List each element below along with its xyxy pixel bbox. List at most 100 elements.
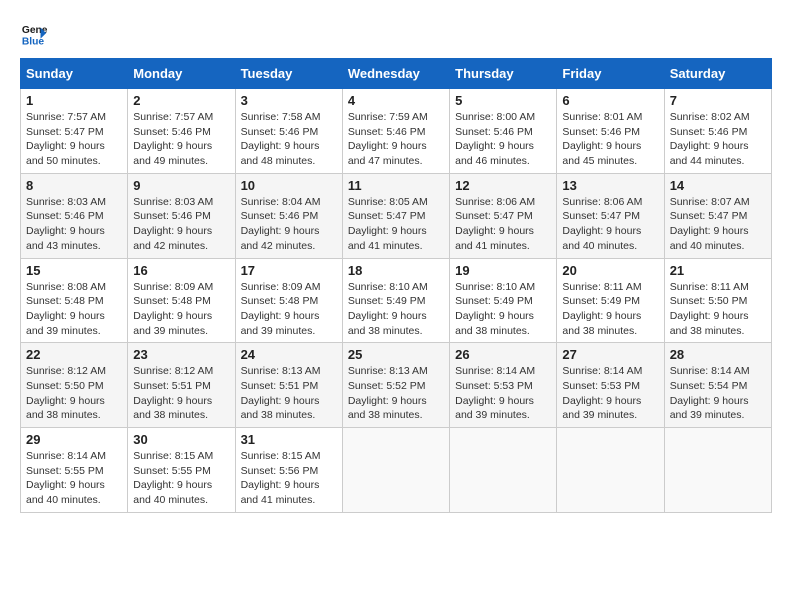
day-number: 6: [562, 93, 658, 108]
day-number: 1: [26, 93, 122, 108]
day-info: Sunrise: 7:57 AMSunset: 5:47 PMDaylight:…: [26, 110, 122, 169]
logo: General Blue: [20, 20, 48, 48]
day-cell: 7 Sunrise: 8:02 AMSunset: 5:46 PMDaylight…: [664, 89, 771, 174]
day-number: 29: [26, 432, 122, 447]
day-number: 26: [455, 347, 551, 362]
day-info: Sunrise: 7:57 AMSunset: 5:46 PMDaylight:…: [133, 110, 229, 169]
day-cell: 24 Sunrise: 8:13 AMSunset: 5:51 PMDayligh…: [235, 343, 342, 428]
day-info: Sunrise: 8:14 AMSunset: 5:55 PMDaylight:…: [26, 449, 122, 508]
dow-saturday: Saturday: [664, 59, 771, 89]
day-info: Sunrise: 8:10 AMSunset: 5:49 PMDaylight:…: [348, 280, 444, 339]
day-info: Sunrise: 8:14 AMSunset: 5:53 PMDaylight:…: [455, 364, 551, 423]
day-number: 16: [133, 263, 229, 278]
day-cell: 18 Sunrise: 8:10 AMSunset: 5:49 PMDayligh…: [342, 258, 449, 343]
week-row-3: 15 Sunrise: 8:08 AMSunset: 5:48 PMDayligh…: [21, 258, 772, 343]
day-number: 31: [241, 432, 337, 447]
day-cell: 23 Sunrise: 8:12 AMSunset: 5:51 PMDayligh…: [128, 343, 235, 428]
day-info: Sunrise: 8:15 AMSunset: 5:55 PMDaylight:…: [133, 449, 229, 508]
day-number: 25: [348, 347, 444, 362]
calendar-table: SundayMondayTuesdayWednesdayThursdayFrid…: [20, 58, 772, 513]
day-info: Sunrise: 8:14 AMSunset: 5:53 PMDaylight:…: [562, 364, 658, 423]
day-cell: 21Sunrise: 8:11 AMSunset: 5:50 PMDayligh…: [664, 258, 771, 343]
day-number: 21: [670, 263, 766, 278]
logo-icon: General Blue: [20, 20, 48, 48]
calendar-body: 1 Sunrise: 7:57 AMSunset: 5:47 PMDaylight…: [21, 89, 772, 513]
day-cell: 4 Sunrise: 7:59 AMSunset: 5:46 PMDaylight…: [342, 89, 449, 174]
day-number: 9: [133, 178, 229, 193]
day-cell: 11 Sunrise: 8:05 AMSunset: 5:47 PMDayligh…: [342, 173, 449, 258]
dow-tuesday: Tuesday: [235, 59, 342, 89]
dow-monday: Monday: [128, 59, 235, 89]
day-number: 10: [241, 178, 337, 193]
day-cell: 13 Sunrise: 8:06 AMSunset: 5:47 PMDayligh…: [557, 173, 664, 258]
week-row-2: 8 Sunrise: 8:03 AMSunset: 5:46 PMDaylight…: [21, 173, 772, 258]
day-number: 28: [670, 347, 766, 362]
day-number: 30: [133, 432, 229, 447]
day-number: 24: [241, 347, 337, 362]
day-info: Sunrise: 8:15 AMSunset: 5:56 PMDaylight:…: [241, 449, 337, 508]
day-cell: 29 Sunrise: 8:14 AMSunset: 5:55 PMDayligh…: [21, 428, 128, 513]
day-cell: 16 Sunrise: 8:09 AMSunset: 5:48 PMDayligh…: [128, 258, 235, 343]
day-info: Sunrise: 8:03 AMSunset: 5:46 PMDaylight:…: [26, 195, 122, 254]
dow-sunday: Sunday: [21, 59, 128, 89]
day-info: Sunrise: 8:02 AMSunset: 5:46 PMDaylight:…: [670, 110, 766, 169]
day-info: Sunrise: 8:06 AMSunset: 5:47 PMDaylight:…: [455, 195, 551, 254]
day-number: 27: [562, 347, 658, 362]
day-info: Sunrise: 8:03 AMSunset: 5:46 PMDaylight:…: [133, 195, 229, 254]
day-info: Sunrise: 8:00 AMSunset: 5:46 PMDaylight:…: [455, 110, 551, 169]
day-info: Sunrise: 8:04 AMSunset: 5:46 PMDaylight:…: [241, 195, 337, 254]
day-cell: 9 Sunrise: 8:03 AMSunset: 5:46 PMDaylight…: [128, 173, 235, 258]
day-cell: 17 Sunrise: 8:09 AMSunset: 5:48 PMDayligh…: [235, 258, 342, 343]
day-cell: [450, 428, 557, 513]
day-info: Sunrise: 8:07 AMSunset: 5:47 PMDaylight:…: [670, 195, 766, 254]
day-info: Sunrise: 8:06 AMSunset: 5:47 PMDaylight:…: [562, 195, 658, 254]
day-info: Sunrise: 8:13 AMSunset: 5:52 PMDaylight:…: [348, 364, 444, 423]
day-number: 11: [348, 178, 444, 193]
day-number: 5: [455, 93, 551, 108]
day-number: 23: [133, 347, 229, 362]
day-cell: 1 Sunrise: 7:57 AMSunset: 5:47 PMDaylight…: [21, 89, 128, 174]
day-cell: 12 Sunrise: 8:06 AMSunset: 5:47 PMDayligh…: [450, 173, 557, 258]
day-info: Sunrise: 8:09 AMSunset: 5:48 PMDaylight:…: [133, 280, 229, 339]
day-cell: 30 Sunrise: 8:15 AMSunset: 5:55 PMDayligh…: [128, 428, 235, 513]
day-info: Sunrise: 8:11 AMSunset: 5:49 PMDaylight:…: [562, 280, 658, 339]
days-of-week-header: SundayMondayTuesdayWednesdayThursdayFrid…: [21, 59, 772, 89]
day-number: 17: [241, 263, 337, 278]
day-cell: 14 Sunrise: 8:07 AMSunset: 5:47 PMDayligh…: [664, 173, 771, 258]
day-cell: 10 Sunrise: 8:04 AMSunset: 5:46 PMDayligh…: [235, 173, 342, 258]
day-number: 4: [348, 93, 444, 108]
day-number: 7: [670, 93, 766, 108]
day-info: Sunrise: 8:10 AMSunset: 5:49 PMDaylight:…: [455, 280, 551, 339]
day-info: Sunrise: 8:12 AMSunset: 5:51 PMDaylight:…: [133, 364, 229, 423]
day-cell: 27 Sunrise: 8:14 AMSunset: 5:53 PMDayligh…: [557, 343, 664, 428]
day-cell: [342, 428, 449, 513]
day-number: 14: [670, 178, 766, 193]
day-cell: 2 Sunrise: 7:57 AMSunset: 5:46 PMDaylight…: [128, 89, 235, 174]
dow-friday: Friday: [557, 59, 664, 89]
day-info: Sunrise: 8:13 AMSunset: 5:51 PMDaylight:…: [241, 364, 337, 423]
day-cell: 26 Sunrise: 8:14 AMSunset: 5:53 PMDayligh…: [450, 343, 557, 428]
day-info: Sunrise: 7:59 AMSunset: 5:46 PMDaylight:…: [348, 110, 444, 169]
day-cell: 25 Sunrise: 8:13 AMSunset: 5:52 PMDayligh…: [342, 343, 449, 428]
day-number: 12: [455, 178, 551, 193]
day-info: Sunrise: 8:01 AMSunset: 5:46 PMDaylight:…: [562, 110, 658, 169]
day-info: Sunrise: 8:12 AMSunset: 5:50 PMDaylight:…: [26, 364, 122, 423]
day-info: Sunrise: 8:09 AMSunset: 5:48 PMDaylight:…: [241, 280, 337, 339]
day-number: 20: [562, 263, 658, 278]
day-info: Sunrise: 8:05 AMSunset: 5:47 PMDaylight:…: [348, 195, 444, 254]
day-cell: 22 Sunrise: 8:12 AMSunset: 5:50 PMDayligh…: [21, 343, 128, 428]
day-cell: 3Sunrise: 7:58 AMSunset: 5:46 PMDaylight…: [235, 89, 342, 174]
day-number: 19: [455, 263, 551, 278]
day-number: 3: [241, 93, 337, 108]
day-number: 2: [133, 93, 229, 108]
day-cell: 19 Sunrise: 8:10 AMSunset: 5:49 PMDayligh…: [450, 258, 557, 343]
day-cell: 31 Sunrise: 8:15 AMSunset: 5:56 PMDayligh…: [235, 428, 342, 513]
page-header: General Blue: [20, 20, 772, 48]
day-number: 8: [26, 178, 122, 193]
day-number: 18: [348, 263, 444, 278]
day-cell: 28Sunrise: 8:14 AMSunset: 5:54 PMDayligh…: [664, 343, 771, 428]
day-number: 22: [26, 347, 122, 362]
day-info: Sunrise: 8:08 AMSunset: 5:48 PMDaylight:…: [26, 280, 122, 339]
day-number: 13: [562, 178, 658, 193]
day-number: 15: [26, 263, 122, 278]
